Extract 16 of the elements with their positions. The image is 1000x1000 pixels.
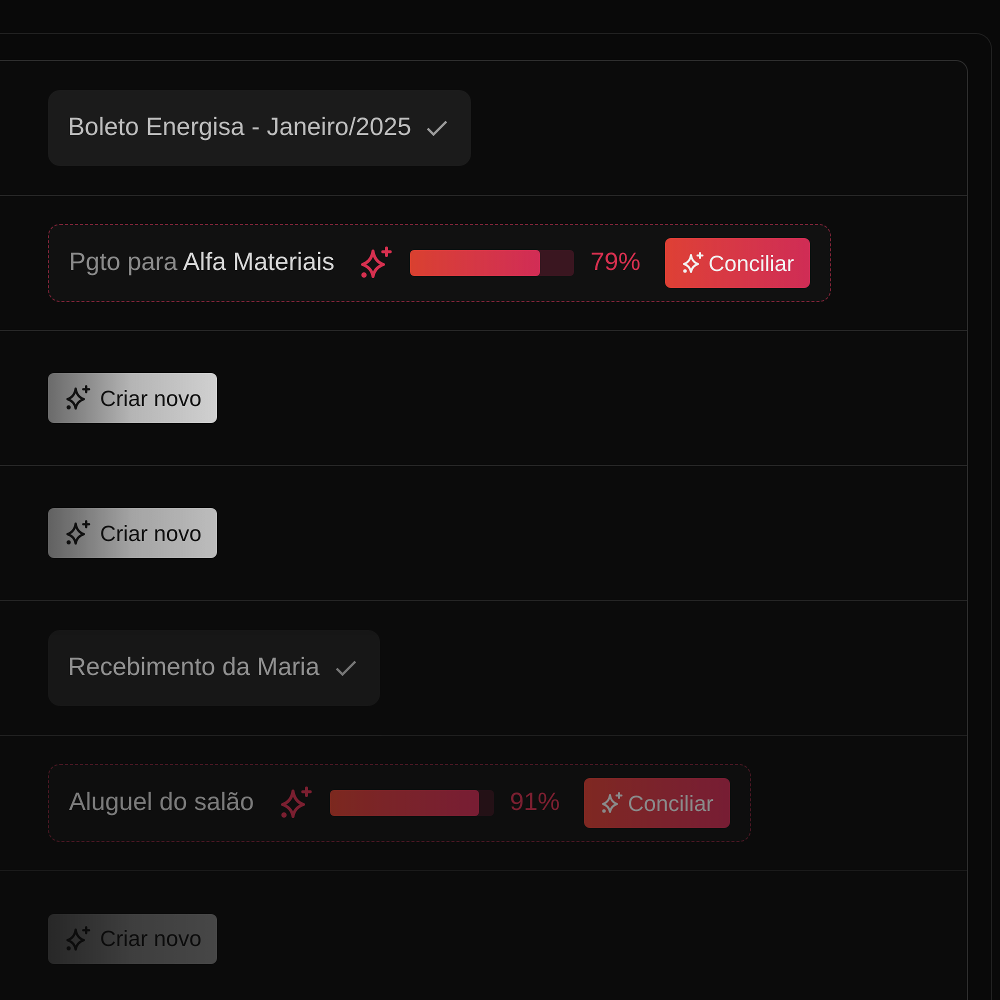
transaction-label: Aluguel do salão [69, 787, 254, 818]
sparkle-icon [64, 519, 92, 547]
sparkle-icon [680, 251, 704, 275]
transaction-label: Boleto Energisa - Janeiro/2025 [68, 112, 412, 144]
sparkle-icon [600, 791, 624, 815]
sparkle-icon [64, 924, 92, 952]
sparkle-icon [358, 245, 394, 281]
reconcile-button[interactable]: Conciliar [584, 778, 730, 828]
sparkle-icon [64, 384, 92, 412]
confidence-percent: 91% [510, 787, 560, 818]
transaction-label: Recebimento da Maria [68, 652, 320, 684]
reconcile-button[interactable]: Conciliar [664, 238, 810, 288]
transaction-label: Pgto para Alfa Materiais [69, 247, 334, 278]
create-new-button[interactable]: Criar novo [48, 373, 218, 423]
create-new-button[interactable]: Criar novo [48, 508, 218, 558]
confidence-percent: 79% [590, 247, 640, 278]
